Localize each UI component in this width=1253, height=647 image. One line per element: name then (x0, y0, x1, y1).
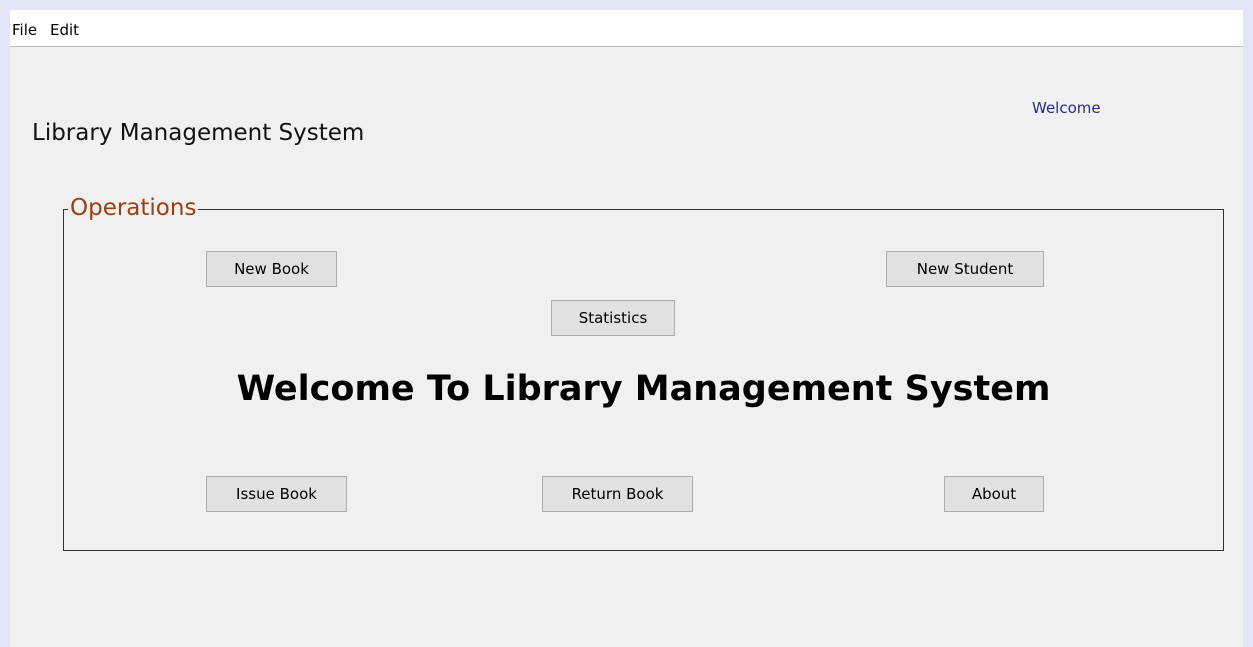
menu-edit[interactable]: Edit (50, 21, 79, 39)
welcome-banner: Welcome To Library Management System (236, 369, 1051, 409)
statistics-button[interactable]: Statistics (551, 300, 675, 336)
new-student-button[interactable]: New Student (886, 251, 1044, 287)
operations-legend: Operations (68, 193, 199, 223)
about-button[interactable]: About (944, 476, 1044, 512)
app-title: Library Management System (32, 120, 365, 146)
menu-file[interactable]: File (12, 21, 37, 39)
issue-book-button[interactable]: Issue Book (206, 476, 347, 512)
menu-bar: File Edit (10, 10, 1243, 47)
return-book-button[interactable]: Return Book (542, 476, 693, 512)
main-window: File Edit Welcome Library Management Sys… (10, 10, 1243, 647)
new-book-button[interactable]: New Book (206, 251, 337, 287)
welcome-user-label: Welcome (1032, 99, 1101, 117)
